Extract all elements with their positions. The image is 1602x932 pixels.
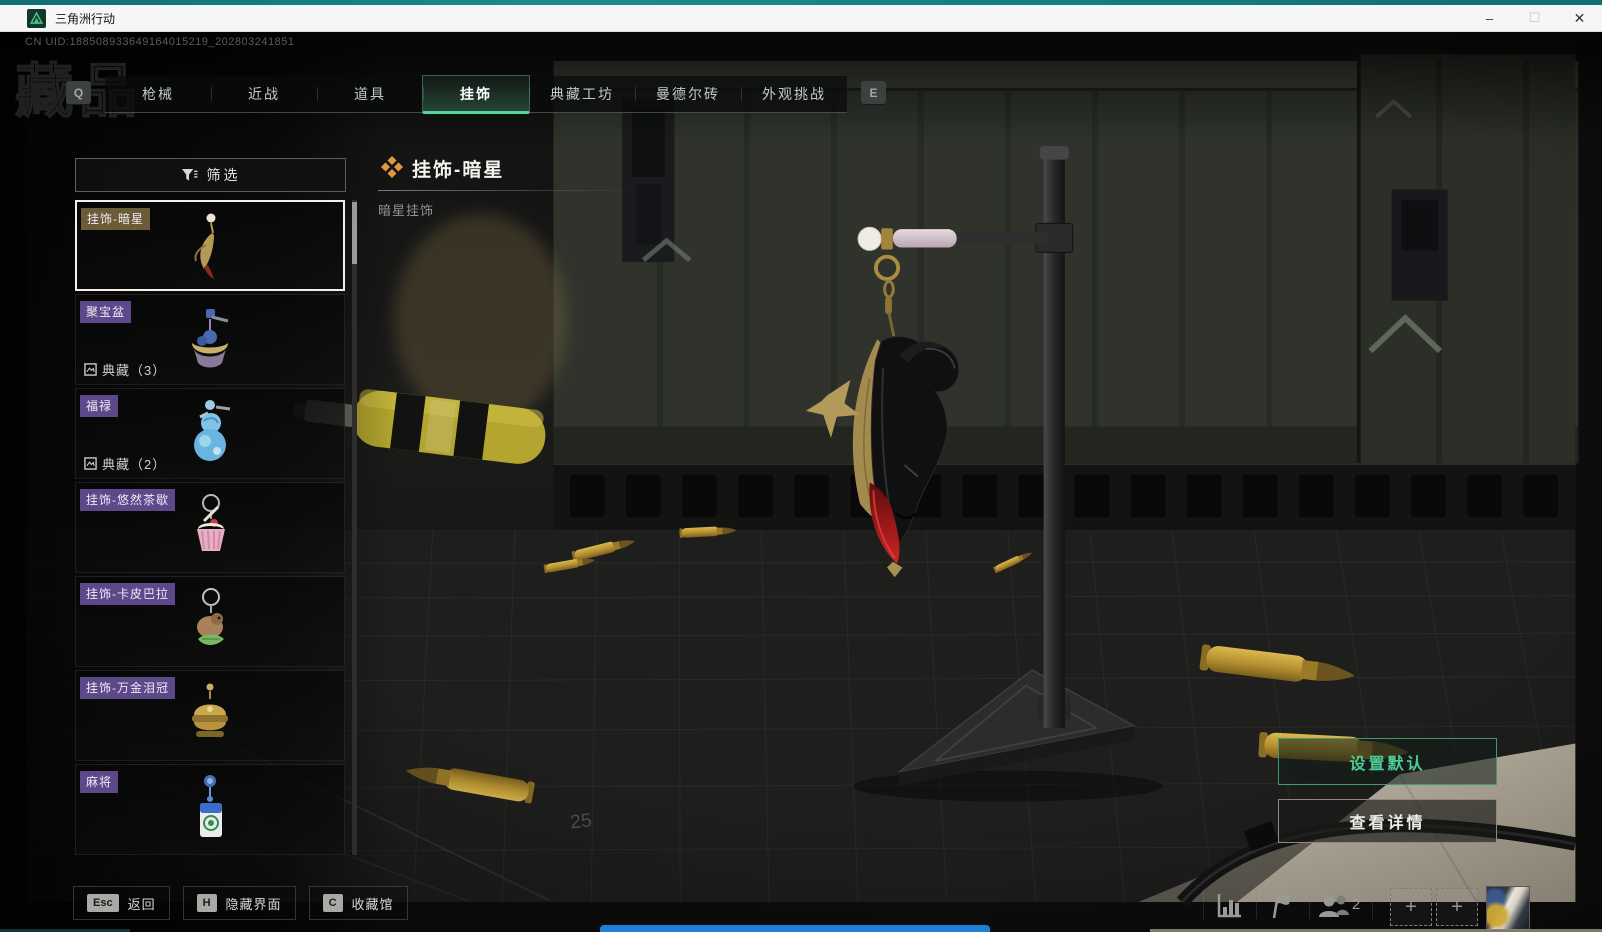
scene-crate: [553, 54, 1579, 470]
charm-list-scrollbar[interactable]: [352, 200, 357, 855]
taskbar-highlight: [600, 925, 990, 932]
next-tab-key-hint: E: [861, 81, 886, 104]
charm-list-item[interactable]: 挂饰-悠然茶歇: [75, 482, 345, 573]
tab-charms[interactable]: 挂饰: [422, 75, 530, 114]
detail-divider: [378, 190, 640, 191]
charm-name-tag: 福禄: [80, 395, 119, 417]
charm-thumb-mahjong-icon: [184, 773, 236, 847]
tab-gear[interactable]: 道具: [317, 76, 423, 112]
report-flag-icon[interactable]: [1266, 890, 1294, 920]
charm-list: 挂饰-暗星 聚宝盆 典藏（3） 福禄 典藏（2） 挂饰-悠然茶歇 挂饰-卡皮巴拉…: [75, 200, 345, 856]
tab-mandel-brick[interactable]: 曼德尔砖: [635, 76, 741, 112]
window-title: 三角洲行动: [55, 11, 116, 26]
footer-divider: [1203, 889, 1204, 919]
prev-tab-key-hint: Q: [66, 81, 91, 104]
shortcut-bar: Esc 返回 H 隐藏界面 C 收藏馆: [73, 886, 408, 920]
collection-hall-shortcut[interactable]: C 收藏馆: [308, 886, 408, 920]
maximize-button[interactable]: ☐: [1512, 5, 1557, 31]
charm-thumb-gourd-icon: [184, 399, 236, 469]
collection-count-badge: 典藏（3）: [84, 360, 166, 379]
close-button[interactable]: ✕: [1557, 5, 1602, 31]
back-shortcut[interactable]: Esc 返回: [73, 886, 170, 920]
filter-label: 筛选: [206, 167, 241, 183]
player-avatar[interactable]: [1486, 886, 1530, 930]
charm-list-item[interactable]: 挂饰-暗星: [75, 200, 345, 291]
scene-gear-bag: [394, 213, 569, 427]
charm-thumb-dark-star-icon: [184, 211, 236, 281]
charm-list-item[interactable]: 福禄 典藏（2）: [75, 388, 345, 479]
charm-name-tag: 挂饰-暗星: [81, 208, 150, 230]
view-details-button[interactable]: 查看详情: [1278, 799, 1497, 843]
funnel-icon: [181, 168, 198, 183]
charm-list-item[interactable]: 挂饰-卡皮巴拉: [75, 576, 345, 667]
charm-rarity-diamond-icon: [380, 155, 404, 179]
charm-name-tag: 麻将: [80, 771, 119, 793]
charm-name-tag: 挂饰-卡皮巴拉: [80, 583, 175, 605]
set-default-button[interactable]: 设置默认: [1278, 738, 1497, 785]
filter-button[interactable]: 筛选: [75, 158, 346, 192]
team-icon[interactable]: [1316, 892, 1350, 920]
tab-melee[interactable]: 近战: [211, 76, 317, 112]
tab-appearance-challenge[interactable]: 外观挑战: [741, 76, 847, 112]
team-count: 2: [1352, 896, 1361, 913]
footer-divider: [1256, 889, 1257, 919]
charm-name-tag: 挂饰-悠然茶歇: [80, 489, 175, 511]
scrollbar-thumb[interactable]: [352, 202, 357, 264]
charm-list-item[interactable]: 挂饰-万金泪冠: [75, 670, 345, 761]
charm-thumb-cupcake-icon: [184, 491, 236, 565]
charm-thumb-crown-icon: [182, 681, 238, 751]
collection-count-badge: 典藏（2）: [84, 454, 166, 473]
esc-key-chip: Esc: [87, 894, 119, 912]
add-teammate-slot-1[interactable]: +: [1390, 888, 1432, 926]
stats-bar-chart-icon[interactable]: [1214, 890, 1244, 920]
charm-name-tag: 聚宝盆: [80, 301, 132, 323]
charm-list-item[interactable]: 聚宝盆 典藏（3）: [75, 294, 345, 385]
window-titlebar: 三角洲行动 – ☐ ✕: [0, 5, 1602, 32]
hide-ui-shortcut[interactable]: H 隐藏界面: [182, 886, 296, 920]
footer-divider: [1309, 889, 1310, 919]
charm-name-tag: 挂饰-万金泪冠: [80, 677, 175, 699]
h-key-chip: H: [196, 894, 217, 912]
footer-divider: [1372, 889, 1373, 919]
delta-force-logo-icon: [27, 8, 46, 28]
app-window: 三角洲行动 – ☐ ✕ 25 CN UID:188508933649164015…: [0, 0, 1602, 932]
c-key-chip: C: [322, 894, 343, 912]
tab-collection-workshop[interactable]: 典藏工坊: [529, 76, 635, 112]
minimize-button[interactable]: –: [1467, 5, 1512, 31]
charm-thumb-treasure-bowl-icon: [182, 307, 238, 373]
add-teammate-slot-2[interactable]: +: [1436, 888, 1478, 926]
charm-list-item[interactable]: 麻将: [75, 764, 345, 855]
charm-detail-subtitle: 暗星挂饰: [378, 203, 435, 218]
charm-detail-title: 挂饰-暗星: [412, 160, 505, 181]
player-uid: CN UID:188508933649164015219_20280324185…: [25, 36, 295, 48]
tab-firearms[interactable]: 枪械: [105, 76, 211, 112]
category-tabs: 枪械 近战 道具 挂饰 典藏工坊 曼德尔砖 外观挑战: [105, 75, 847, 114]
charm-thumb-capybara-icon: [184, 587, 236, 657]
mat-chalk-mark: 25: [569, 810, 593, 833]
